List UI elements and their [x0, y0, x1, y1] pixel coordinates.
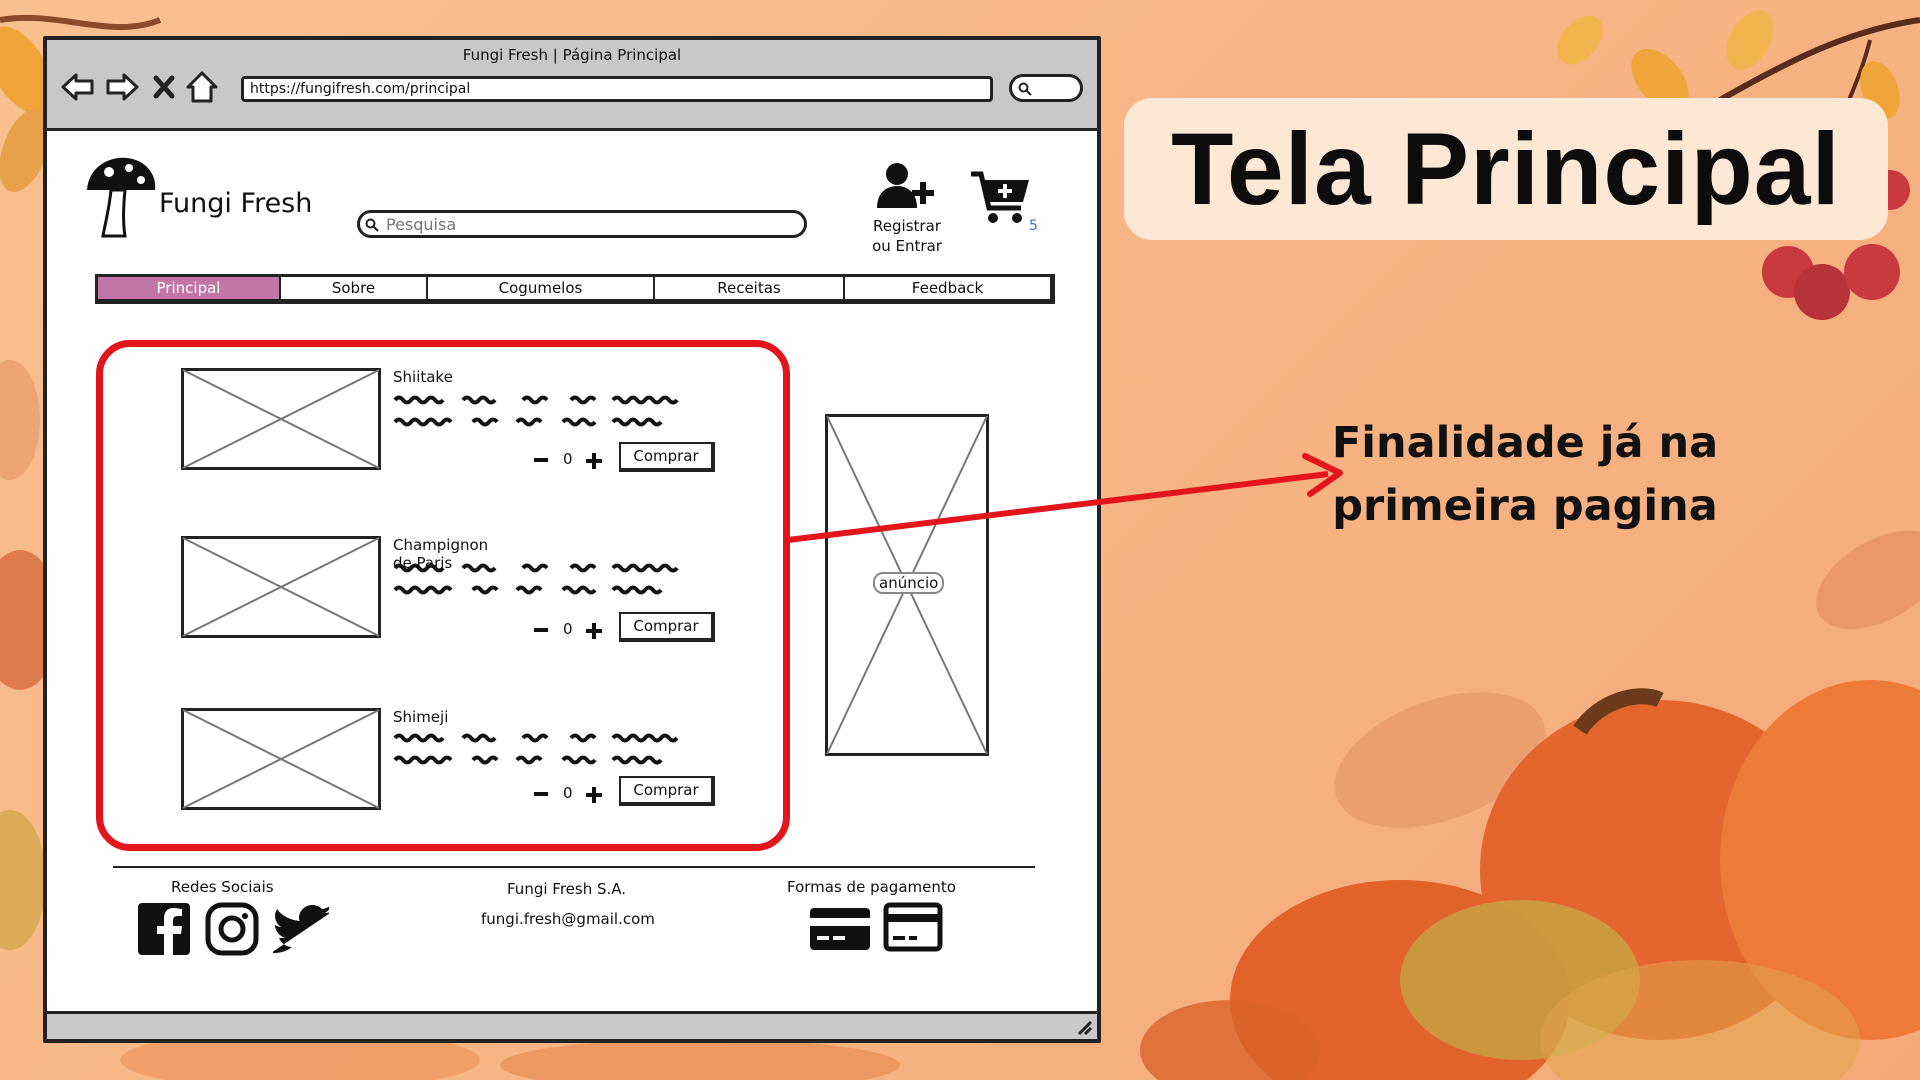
annotation-arrow: [787, 453, 1343, 543]
annotation-line2: primeira pagina: [1332, 481, 1718, 531]
annotation-text: Finalidade já na primeira pagina: [1300, 412, 1750, 538]
annotation-line1: Finalidade já na: [1331, 418, 1719, 468]
